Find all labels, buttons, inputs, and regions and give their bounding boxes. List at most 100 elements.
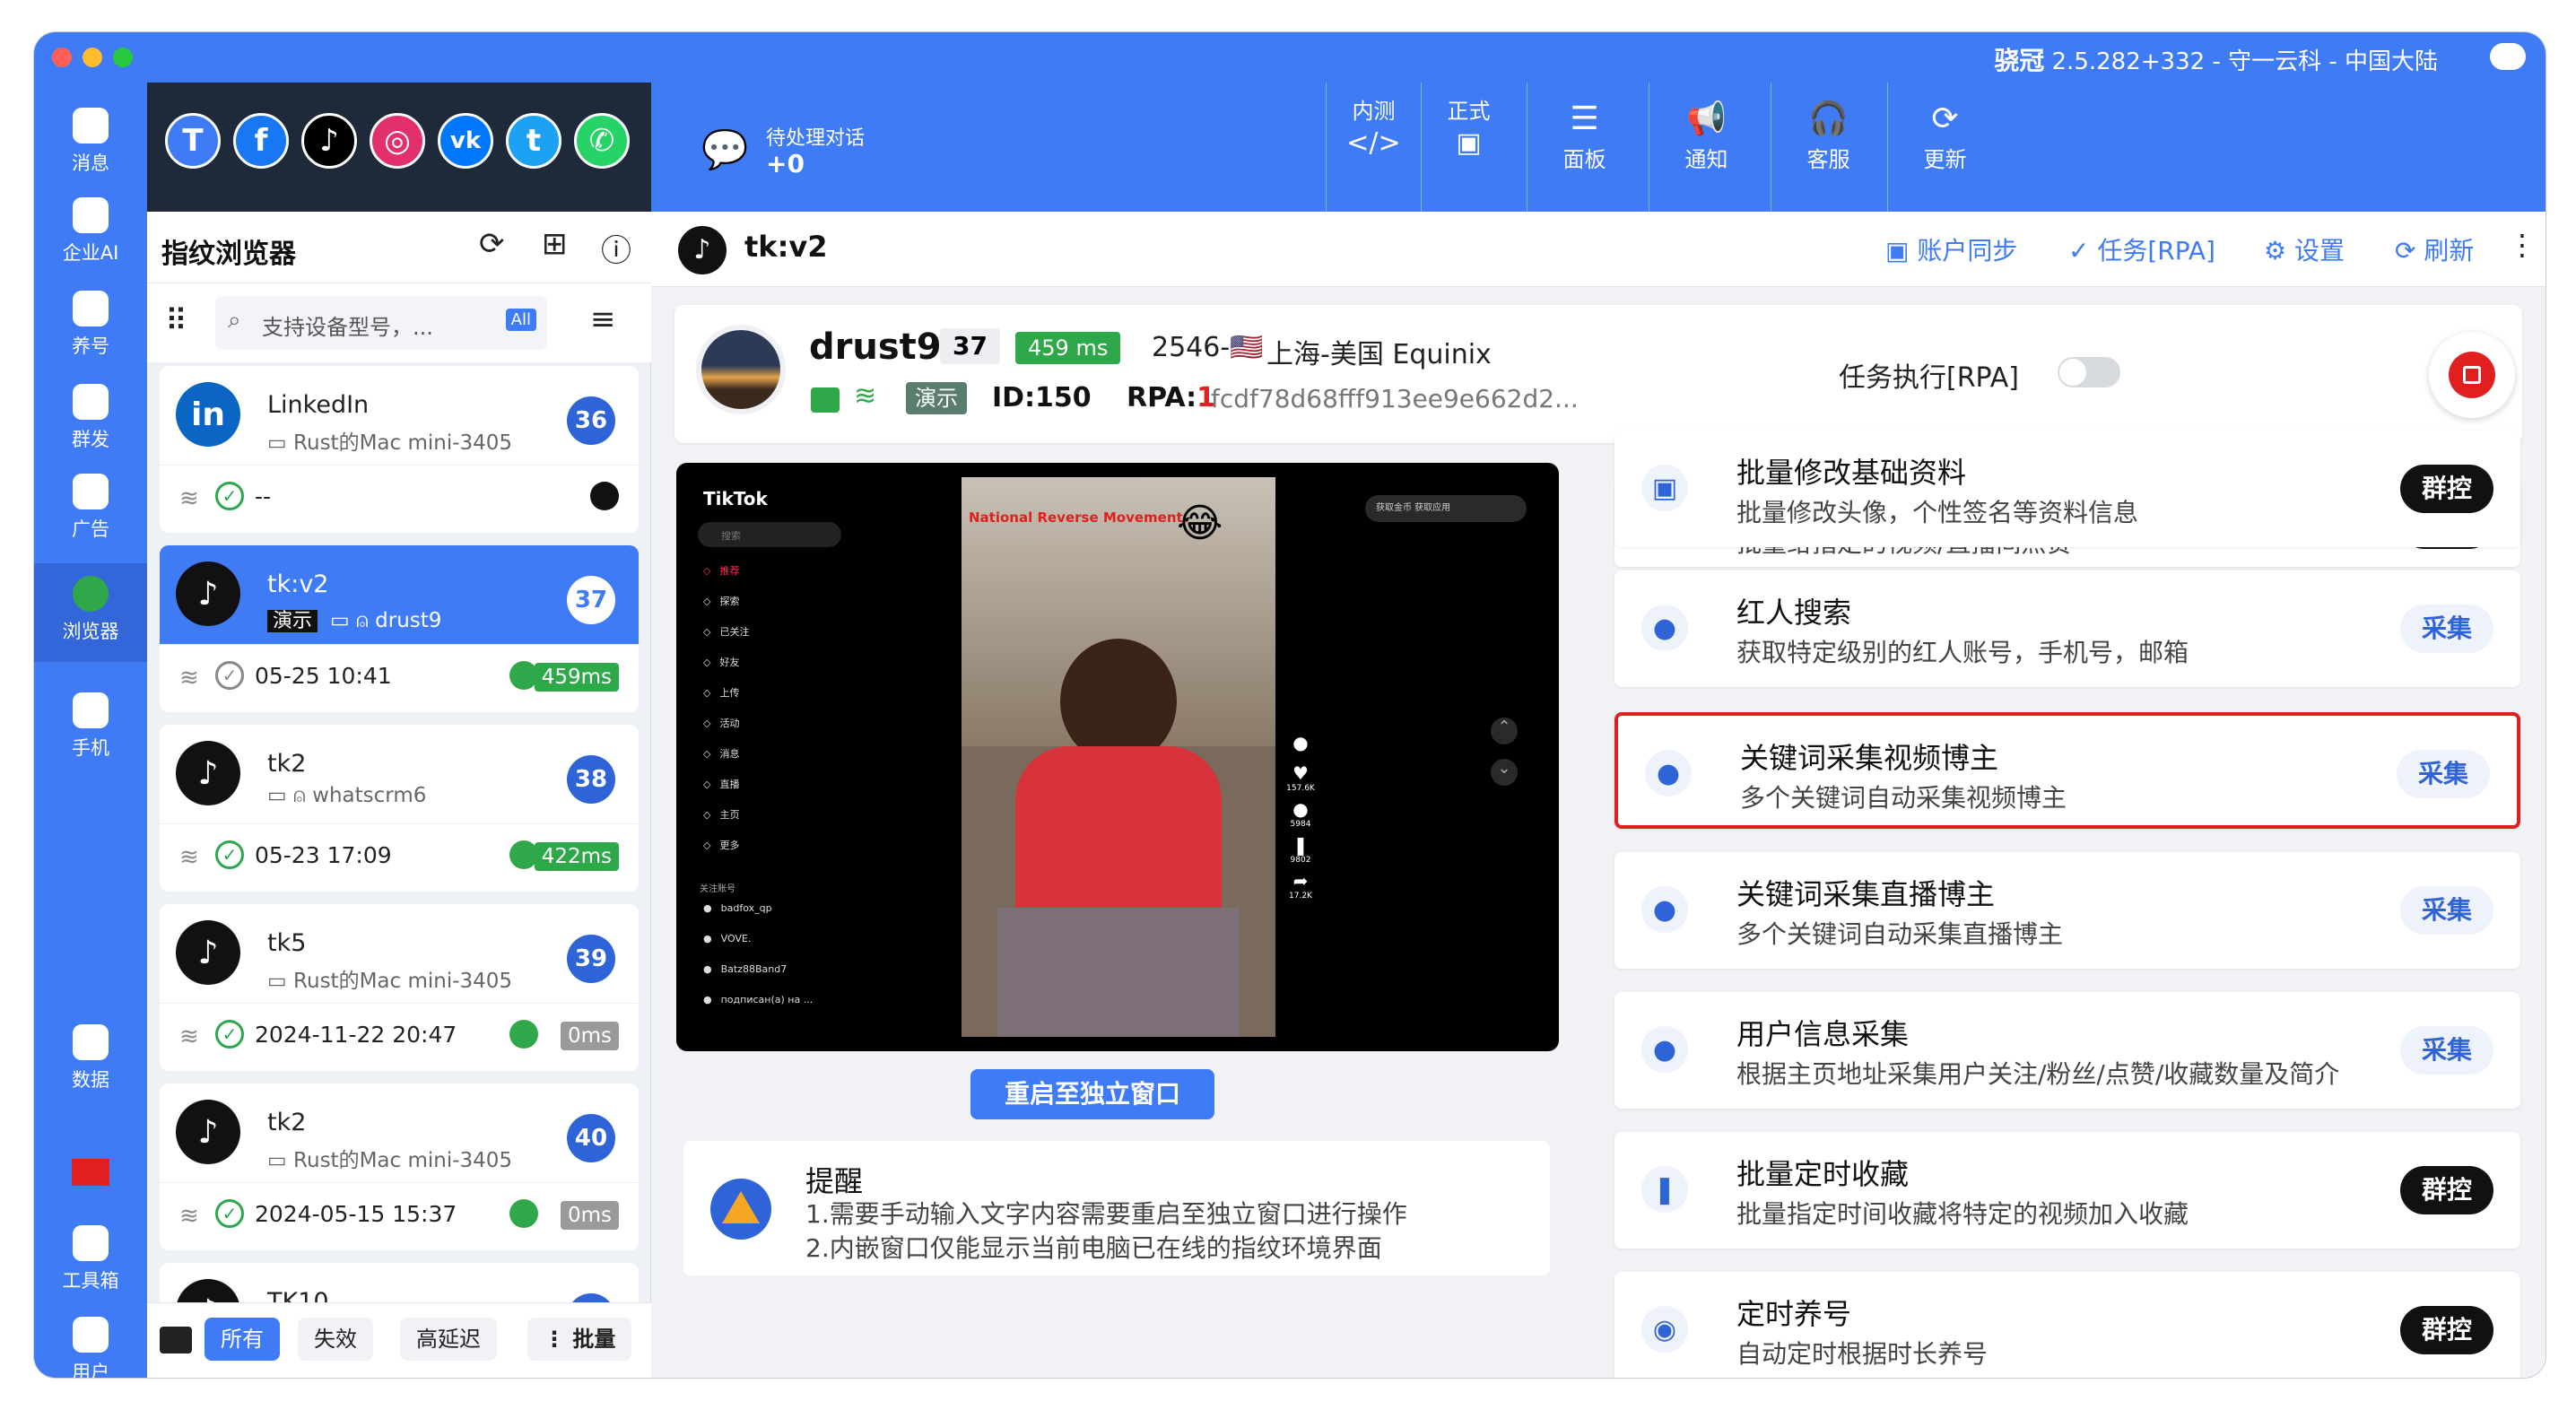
zoom-window-button[interactable] [113, 48, 133, 67]
search-input[interactable]: ⌕ 支持设备型号，... All [215, 296, 547, 350]
feature-card[interactable]: ● 用户信息采集 根据主页地址采集用户关注/粉丝/点赞/收藏数量及简介 采集 [1614, 992, 2520, 1109]
rail-chart[interactable]: 数据 [34, 1024, 147, 1092]
filter-all[interactable]: 所有 [205, 1318, 280, 1361]
share-icon[interactable]: ➦ [1284, 870, 1317, 892]
feature-action-button[interactable]: 采集 [2399, 605, 2493, 653]
rail-user[interactable]: 用户 [34, 1317, 147, 1378]
rail-person-run[interactable]: 养号 [34, 291, 147, 359]
chevron-up-icon[interactable]: ⌃ [1491, 718, 1518, 744]
whatsapp-icon[interactable]: ✆ [574, 113, 630, 169]
feature-action-button[interactable]: 采集 [2396, 750, 2490, 798]
tiktok-menu-item[interactable]: ◇ 更多 [703, 838, 739, 852]
profile-card[interactable]: ♪ tk2 ▭ ⍝ whatscrm6 38 ≋ ✓ 05-23 17:09 422ms [160, 725, 639, 892]
rail-toolbox[interactable]: 工具箱 [34, 1225, 147, 1293]
following-account[interactable]: ● Batz88Band7 [703, 963, 787, 975]
card-top: ♪ tk2 ▭ ⍝ whatscrm6 38 [160, 725, 639, 823]
refresh-icon[interactable]: ⟳ [479, 226, 505, 262]
restart-standalone-button[interactable]: 重启至独立窗口 [970, 1069, 1214, 1119]
toolbar-button-5[interactable]: ⟳ 更新 [1887, 83, 2002, 212]
profile-card[interactable]: ♪ tk5 ▭ Rust的Mac mini-3405 39 ≋ ✓ 2024-11-22 2… [160, 904, 639, 1071]
facebook-icon[interactable]: f [233, 113, 289, 169]
feature-card[interactable]: ● 关键词采集直播博主 多个关键词自动采集直播博主 采集 [1614, 852, 2520, 969]
more-menu-icon[interactable]: ⋮ [2508, 228, 2537, 262]
rail-phone[interactable]: 手机 [34, 692, 147, 761]
menu-item-icon: ◇ [703, 718, 711, 729]
instagram-icon[interactable]: ◎ [370, 113, 425, 169]
settings-button[interactable]: ⚙ 设置 [2264, 231, 2345, 267]
account-sync-button[interactable]: ▣ 账户同步 [1885, 231, 2017, 267]
toolbar-button-2[interactable]: ☰ 面板 [1527, 83, 1641, 212]
toolbar-button-3[interactable]: 📢 通知 [1649, 83, 1763, 212]
theme-toggle[interactable] [2490, 43, 2526, 70]
feature-card[interactable]: ● 红人搜索 获取特定级别的红人账号，手机号，邮箱 采集 [1614, 570, 2520, 687]
tiktok-menu-item[interactable]: ◇ 推荐 [703, 563, 739, 578]
rail-megaphone[interactable]: 群发 [34, 384, 147, 452]
sort-icon[interactable]: ≡ [590, 301, 616, 337]
tiktok-video[interactable]: National Reverse Movement 😂 [962, 477, 1275, 1037]
feature-action-button[interactable]: 群控 [2399, 1166, 2493, 1214]
feature-action-button[interactable]: 采集 [2399, 1026, 2493, 1075]
tiktok-menu-item[interactable]: ◇ 消息 [703, 746, 739, 761]
stop-button[interactable] [2429, 332, 2515, 418]
tiktok-menu-item[interactable]: ◇ 活动 [703, 716, 739, 730]
tiktok-menu-item[interactable]: ◇ 好友 [703, 655, 739, 669]
rail-ad[interactable]: 广告 [34, 474, 147, 542]
info-icon[interactable]: ⓘ [601, 226, 631, 270]
task-rpa-button[interactable]: ✓ 任务[RPA] [2068, 231, 2215, 267]
refresh-button[interactable]: ⟳ 刷新 [2395, 231, 2474, 267]
feature-card[interactable]: ● 关键词采集视频博主 多个关键词自动采集视频博主 采集 [1614, 712, 2520, 829]
tiktok-search[interactable]: 搜索 [698, 522, 841, 547]
rail-browser[interactable]: 浏览器 [34, 563, 147, 662]
batch-button[interactable]: ⋮ 批量 [527, 1318, 632, 1361]
wifi-icon: ≋ [179, 1023, 199, 1050]
vk-icon[interactable]: vk [438, 113, 493, 169]
tiktok-icon[interactable]: ♪ [301, 113, 357, 169]
toolbar-button-4[interactable]: 🎧 客服 [1771, 83, 1885, 212]
tiktok-menu-item[interactable]: ◇ 探索 [703, 594, 739, 608]
feature-card[interactable]: ▣ 批量修改基础资料 批量修改头像，个性签名等资料信息 群控 [1614, 431, 2520, 547]
following-account[interactable]: ● badfox_qp [703, 902, 772, 914]
close-window-button[interactable] [52, 48, 72, 67]
tiktok-menu-item[interactable]: ◇ 已关注 [703, 624, 749, 639]
like-icon[interactable]: ♥ [1284, 762, 1317, 784]
profile-card[interactable]: ♪ tk2 ▭ Rust的Mac mini-3405 40 ≋ ✓ 2024-05-15 1… [160, 1084, 639, 1250]
tiktok-menu-item[interactable]: ◇ 主页 [703, 807, 739, 822]
feature-action-button[interactable]: 群控 [2399, 1306, 2493, 1354]
globe-icon [509, 1020, 538, 1049]
rail-chat[interactable]: 消息 [34, 108, 147, 176]
tiktok-menu-item[interactable]: ◇ 直播 [703, 777, 739, 791]
latency-badge: 459 ms [1015, 332, 1121, 364]
twitter-icon[interactable]: t [506, 113, 561, 169]
following-account[interactable]: ● VOVE. [703, 933, 751, 944]
grid-view-icon[interactable]: ⠿ [165, 303, 187, 339]
tiktok-top-buttons[interactable]: 获取金币 获取应用 [1365, 495, 1527, 522]
toolbar-glyph-icon: ⟳ [1931, 100, 1959, 137]
china-flag-icon[interactable] [72, 1159, 109, 1186]
feature-desc: 获取特定级别的红人账号，手机号，邮箱 [1736, 638, 2189, 667]
comment-icon[interactable]: ● [1284, 798, 1317, 820]
rail-ai[interactable]: 企业AI [34, 197, 147, 265]
device-icon: ▭ ⍝ [330, 609, 376, 632]
feature-action-button[interactable]: 采集 [2399, 886, 2493, 935]
chevron-down-icon[interactable]: ⌄ [1491, 759, 1518, 786]
author-avatar-icon[interactable]: ● [1284, 732, 1317, 762]
add-profile-icon[interactable]: ⊞ [542, 226, 568, 262]
bookmark-icon[interactable]: ❚ [1284, 834, 1317, 856]
feature-card[interactable]: ❚ 批量定时收藏 批量指定时间收藏将特定的视频加入收藏 群控 [1614, 1132, 2520, 1249]
feature-action-button[interactable]: 群控 [2399, 465, 2493, 513]
filter-invalid[interactable]: 失效 [298, 1318, 373, 1361]
tag-icon[interactable] [160, 1327, 192, 1353]
feature-card[interactable]: ◉ 定时养号 自动定时根据时长养号 群控 [1614, 1272, 2520, 1378]
embedded-tiktok-view[interactable]: TikTok 搜索 ◇ 推荐 ◇ 探索 ◇ 已关注 ◇ 好友 ◇ 上传 ◇ 活动 ◇ 消息 ◇ 直播 ◇ 主页 ◇ 更… [676, 463, 1559, 1051]
minimize-window-button[interactable] [83, 48, 102, 67]
tiktok-menu-item[interactable]: ◇ 上传 [703, 685, 739, 700]
following-account[interactable]: ● подписан(а) на ... [703, 994, 813, 1005]
task-exec-toggle[interactable] [2058, 357, 2120, 387]
toolbar-button-0[interactable]: 内测 </> [1326, 83, 1421, 212]
profile-card[interactable]: ♪ tk:v2 演示 ▭ ⍝ drust9 37 ≋ ✓ 05-25 10:41 459ms [160, 545, 639, 712]
toolbar-button-1[interactable]: 正式 ▣ [1421, 83, 1516, 212]
filter-high-latency[interactable]: 高延迟 [400, 1318, 497, 1361]
search-filter-badge[interactable]: All [505, 309, 536, 331]
profile-card[interactable]: in LinkedIn ▭ Rust的Mac mini-3405 36 ≋ ✓ -- [160, 366, 639, 533]
telegram-icon[interactable]: T [165, 113, 221, 169]
